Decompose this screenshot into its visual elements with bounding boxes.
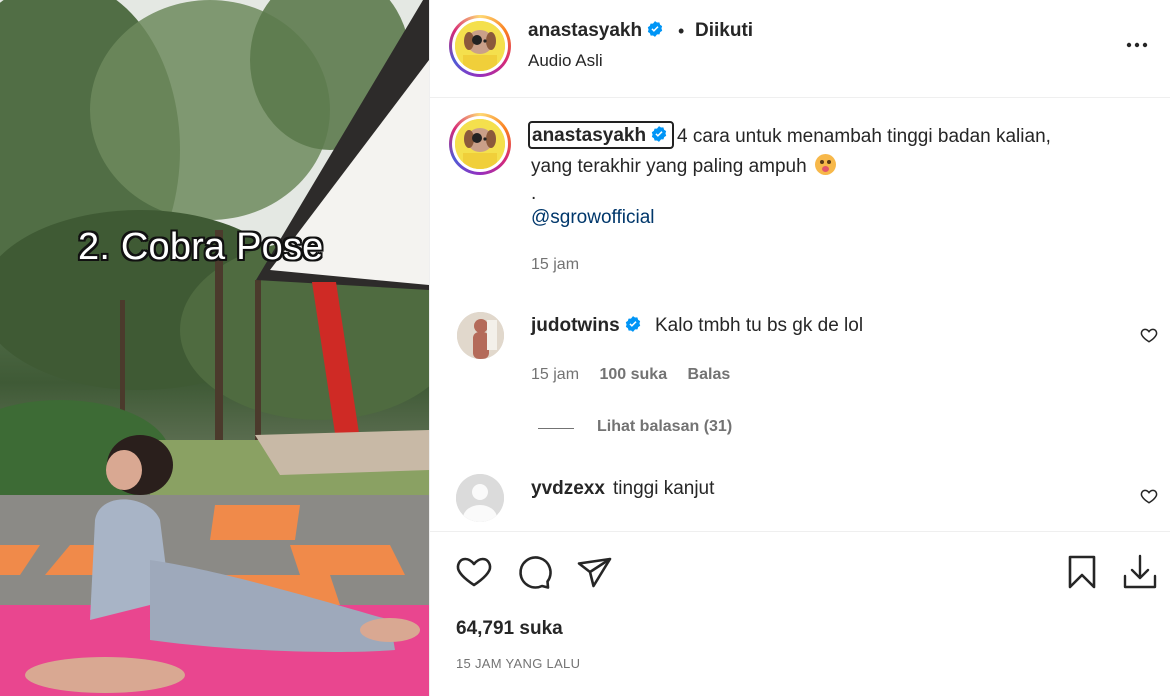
verified-badge-icon [651,126,667,142]
download-icon[interactable] [1120,552,1160,592]
comment-text: tinggi kanjut [613,478,715,499]
header-separator: • [678,21,685,41]
video-frame [0,0,429,696]
comment-timestamp[interactable]: 15 jam [531,366,579,383]
like-heart-icon[interactable] [454,552,494,592]
caption-text-line-2: yang terakhir yang paling ampuh [531,154,836,178]
comment-like-heart-icon[interactable] [1140,487,1158,505]
caption-timestamp[interactable]: 15 jam [531,256,579,274]
view-replies-button[interactable]: Lihat balasan (31) [597,418,732,436]
cartoon-avatar-icon [455,119,505,169]
caption-text-line-3: . [531,183,537,204]
commenter-avatar[interactable] [456,474,504,522]
author-username[interactable]: anastasyakh [528,20,664,42]
caption-mention-link[interactable]: @sgrowofficial [531,207,654,229]
video-overlay-text: 2. Cobra Pose [78,226,324,268]
caption-author-avatar[interactable] [449,113,511,175]
commenter-username[interactable]: yvdzexx [531,478,605,500]
share-send-icon[interactable] [575,552,615,592]
comment-like-count[interactable]: 100 suka [599,366,667,383]
save-bookmark-icon[interactable] [1062,552,1102,592]
more-horizontal-icon [1126,42,1148,48]
comments-section[interactable]: anastasyakh 4 cara untuk menambah tinggi… [430,99,1170,531]
replies-divider-line [538,428,574,429]
flushed-face-emoji-icon [814,154,836,175]
default-avatar-icon [456,474,504,522]
commenter-avatar[interactable] [457,312,504,359]
following-button[interactable]: Diikuti [695,20,753,42]
post-header: anastasyakh • Diikuti Audio Asli [430,0,1170,98]
post-timestamp[interactable]: 15 JAM YANG LALU [456,656,580,671]
caption-text-line-1: 4 cara untuk menambah tinggi badan kalia… [677,126,1051,147]
cartoon-avatar-icon [455,21,505,71]
more-options-icon[interactable] [1122,30,1152,60]
author-avatar[interactable] [449,15,511,77]
verified-badge-icon [625,316,640,332]
comment-text: Kalo tmbh tu bs gk de lol [655,315,864,336]
comment-meta: 15 jam 100 suka Balas [531,366,746,384]
reply-button[interactable]: Balas [688,366,731,383]
comment-like-heart-icon[interactable] [1140,326,1158,344]
reel-video[interactable]: 2. Cobra Pose [0,0,429,696]
photo-avatar-icon [457,312,504,359]
post-like-count[interactable]: 64,791 suka [456,618,563,640]
post-actions: 64,791 suka 15 JAM YANG LALU [430,531,1170,696]
comment-bubble-icon[interactable] [514,552,554,592]
caption-username[interactable]: anastasyakh [528,121,675,149]
commenter-username[interactable]: judotwins [531,315,642,337]
post-side-panel: anastasyakh • Diikuti Audio Asli anastas… [429,0,1170,696]
original-audio-link[interactable]: Audio Asli [528,51,603,71]
verified-badge-icon [647,21,663,37]
